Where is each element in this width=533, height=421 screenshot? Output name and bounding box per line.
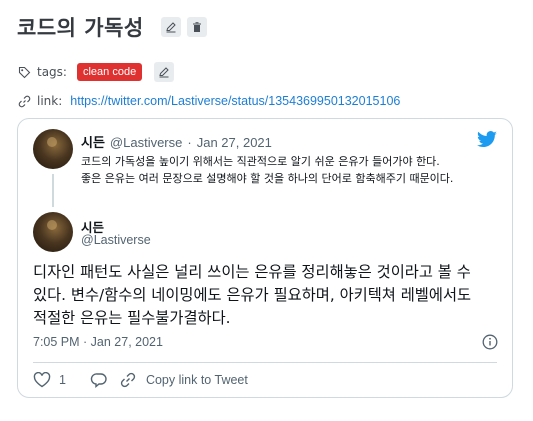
heart-icon[interactable] (33, 372, 51, 388)
quoted-author-handle[interactable]: @Lastiverse (110, 135, 182, 150)
link-row: link: https://twitter.com/Lastiverse/sta… (17, 94, 400, 108)
quoted-author-name[interactable]: 시든 (81, 132, 105, 151)
link-label: link: (37, 94, 63, 108)
thread-connector-line (52, 174, 54, 207)
reply-icon[interactable] (90, 372, 108, 388)
tweet-divider (33, 362, 497, 363)
embedded-tweet-card: 시든 @Lastiverse · Jan 27, 2021 코드의 가독성을 높… (17, 118, 513, 398)
page-title-row: 코드의 가독성 (17, 12, 207, 42)
main-tweet-text: 디자인 패턴도 사실은 널리 쓰이는 은유를 정리해놓은 것이라고 볼 수 있다… (33, 261, 503, 330)
tag-icon (17, 65, 31, 79)
avatar[interactable] (33, 129, 73, 169)
quoted-text-line: 코드의 가독성을 높이기 위해서는 직관적으로 알기 쉬운 은유가 들어가야 한… (81, 155, 440, 168)
header-separator: · (187, 135, 192, 150)
tags-row: tags: clean code (17, 62, 175, 82)
tag-badge-clean-code[interactable]: clean code (76, 63, 143, 81)
trash-icon (192, 22, 201, 32)
main-author-handle[interactable]: @Lastiverse (81, 233, 151, 247)
edit-tags-button[interactable] (154, 62, 175, 82)
copy-link-button[interactable]: Copy link to Tweet (146, 373, 248, 387)
like-count[interactable]: 1 (59, 373, 66, 387)
main-text-line: 적절한 은유는 필수불가결하다. (33, 309, 231, 327)
edit-icon (166, 22, 176, 33)
quoted-tweet-date[interactable]: Jan 27, 2021 (197, 135, 272, 150)
info-icon[interactable] (482, 334, 498, 350)
quoted-tweet-text: 코드의 가독성을 높이기 위해서는 직관적으로 알기 쉬운 은유가 들어가야 한… (81, 153, 501, 187)
quoted-text-line: 좋은 은유는 여러 문장으로 설명해야 할 것을 하나의 단어로 함축해주기 때… (81, 172, 454, 185)
link-icon (17, 94, 31, 108)
edit-title-button[interactable] (160, 17, 181, 37)
tags-label: tags: (37, 65, 67, 79)
main-text-line: 디자인 패턴도 사실은 널리 쓰이는 은유를 정리해놓은 것이라고 볼 수 (33, 263, 471, 281)
delete-button[interactable] (186, 17, 207, 37)
quoted-tweet-header: 시든 @Lastiverse · Jan 27, 2021 (81, 132, 272, 151)
edit-icon (159, 67, 169, 78)
avatar[interactable] (33, 212, 73, 252)
tweet-timestamp[interactable]: 7:05 PM · Jan 27, 2021 (33, 335, 163, 349)
source-link[interactable]: https://twitter.com/Lastiverse/status/13… (70, 94, 400, 108)
twitter-bird-icon[interactable] (476, 131, 498, 149)
share-link-icon[interactable] (120, 372, 136, 388)
page-title: 코드의 가독성 (17, 16, 144, 40)
tweet-actions: 1 Copy link to Tweet (33, 372, 248, 388)
main-text-line: 있다. 변수/함수의 네이밍에도 은유가 필요하며, 아키텍쳐 레벨에서도 (33, 286, 472, 304)
